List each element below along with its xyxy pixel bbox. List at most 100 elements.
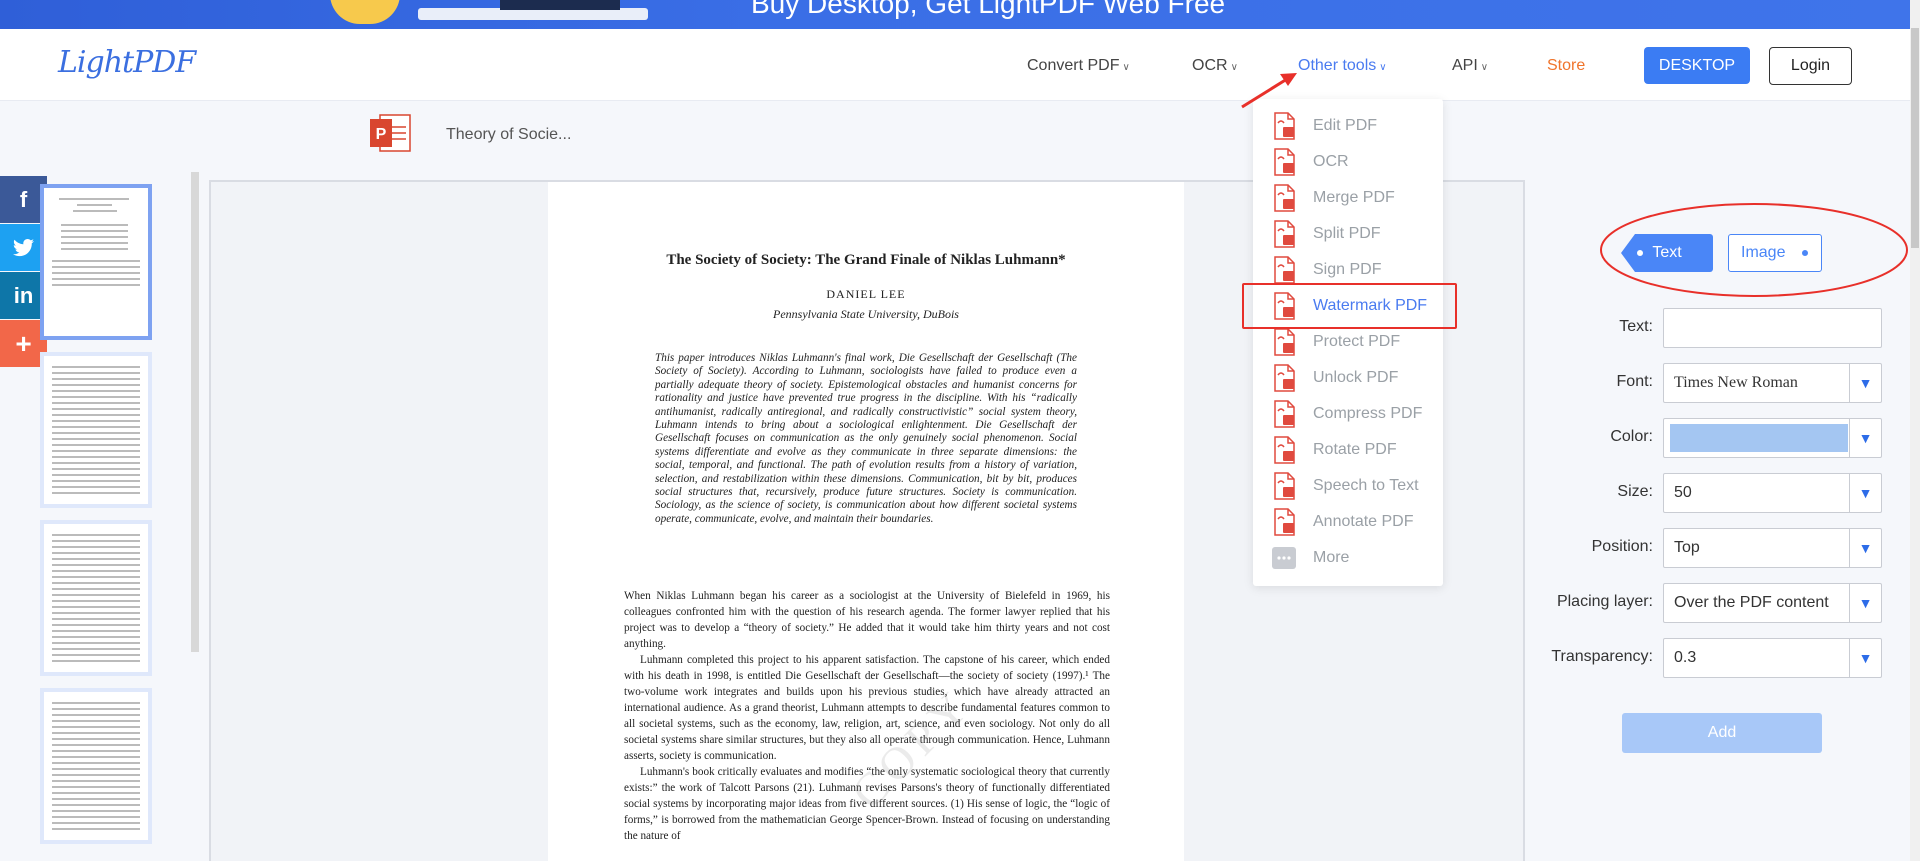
thumbnail-scrollbar[interactable]: [191, 172, 199, 652]
banner-illustration: [330, 0, 400, 24]
login-button[interactable]: Login: [1769, 47, 1852, 85]
rotate-pdf-icon: [1271, 436, 1297, 464]
tab-text[interactable]: Text: [1621, 234, 1713, 272]
size-select[interactable]: 50 ▼: [1663, 473, 1882, 513]
ppt-file-icon: P: [370, 114, 411, 152]
watermark-text-input[interactable]: [1663, 308, 1882, 348]
protect-pdf-icon: [1271, 328, 1297, 356]
unlock-pdf-icon: [1271, 364, 1297, 392]
font-value: Times New Roman: [1674, 374, 1798, 391]
menu-item-label: OCR: [1313, 153, 1349, 170]
document-affiliation: Pennsylvania State University, DuBois: [773, 307, 959, 321]
text-label: Text:: [1619, 318, 1653, 335]
nav-convert-pdf[interactable]: Convert PDF ∨: [1027, 57, 1130, 75]
transparency-select[interactable]: 0.3 ▼: [1663, 638, 1882, 678]
size-value: 50: [1674, 484, 1692, 501]
nav-ocr[interactable]: OCR ∨: [1192, 57, 1238, 75]
transparency-label: Transparency:: [1551, 648, 1653, 665]
more-icon: [1271, 544, 1297, 572]
desktop-button[interactable]: DESKTOP: [1644, 47, 1750, 84]
menu-item-label: Annotate PDF: [1313, 513, 1414, 530]
page-scrollbar[interactable]: [1910, 0, 1920, 861]
dropdown-arrow-icon[interactable]: ▼: [1849, 639, 1881, 677]
dropdown-arrow-icon[interactable]: ▼: [1849, 529, 1881, 567]
scrollbar-thumb[interactable]: [1911, 28, 1919, 248]
page-thumbnail[interactable]: [40, 520, 152, 676]
chevron-down-icon: ∨: [1230, 62, 1238, 73]
body-paragraph: Luhmann completed this project to his ap…: [624, 654, 1110, 762]
menu-item-label: Edit PDF: [1313, 117, 1378, 134]
color-swatch: [1670, 424, 1848, 452]
nav-store[interactable]: Store: [1547, 57, 1585, 75]
menu-item-annotate-pdf[interactable]: Annotate PDF: [1271, 508, 1414, 536]
speech-to-text-icon: [1271, 472, 1297, 500]
nav-label: Other tools: [1298, 57, 1377, 74]
menu-item-label: Compress PDF: [1313, 405, 1423, 422]
transparency-value: 0.3: [1674, 649, 1697, 666]
dropdown-arrow-icon[interactable]: ▼: [1849, 474, 1881, 512]
menu-item-label: Sign PDF: [1313, 261, 1382, 278]
promo-banner[interactable]: Buy Desktop, Get LightPDF Web Free: [0, 0, 1920, 29]
edit-pdf-icon: [1271, 112, 1297, 140]
top-header: LightPDF Convert PDF ∨ OCR ∨ Other tools ∨ …: [0, 29, 1920, 101]
tab-text-label: Text: [1652, 244, 1682, 261]
chevron-down-icon: ∨: [1379, 62, 1387, 73]
svg-text:P: P: [376, 126, 387, 143]
dot-icon: [1802, 250, 1808, 256]
highlight-annotation-box: [1242, 283, 1457, 329]
menu-item-split-pdf[interactable]: Split PDF: [1271, 220, 1381, 248]
menu-item-edit-pdf[interactable]: Edit PDF: [1271, 112, 1377, 140]
add-watermark-button[interactable]: Add: [1622, 713, 1822, 753]
menu-item-ocr[interactable]: OCR: [1271, 148, 1349, 176]
chevron-down-icon: ∨: [1122, 62, 1130, 73]
position-select[interactable]: Top ▼: [1663, 528, 1882, 568]
document-title: The Society of Society: The Grand Finale…: [666, 252, 1066, 268]
document-author: DANIEL LEE: [826, 287, 906, 301]
color-select[interactable]: ▼: [1663, 418, 1882, 458]
dot-icon: [1637, 250, 1643, 256]
menu-item-unlock-pdf[interactable]: Unlock PDF: [1271, 364, 1398, 392]
menu-item-protect-pdf[interactable]: Protect PDF: [1271, 328, 1400, 356]
font-label: Font:: [1616, 373, 1653, 390]
menu-item-label: Rotate PDF: [1313, 441, 1397, 458]
position-label: Position:: [1591, 538, 1653, 555]
menu-item-rotate-pdf[interactable]: Rotate PDF: [1271, 436, 1397, 464]
menu-item-sign-pdf[interactable]: Sign PDF: [1271, 256, 1381, 284]
pdf-page: The Society of Society: The Grand Finale…: [548, 182, 1184, 861]
ocr-icon: [1271, 148, 1297, 176]
body-paragraph: When Niklas Luhmann began his career as …: [624, 590, 1110, 650]
annotate-pdf-icon: [1271, 508, 1297, 536]
page-thumbnail[interactable]: [40, 352, 152, 508]
tab-image-label: Image: [1741, 244, 1786, 261]
sign-pdf-icon: [1271, 256, 1297, 284]
nav-api[interactable]: API ∨: [1452, 57, 1488, 75]
dropdown-arrow-icon[interactable]: ▼: [1849, 419, 1881, 457]
menu-item-more[interactable]: More: [1271, 544, 1349, 572]
dropdown-arrow-icon[interactable]: ▼: [1849, 584, 1881, 622]
font-select[interactable]: Times New Roman ▼: [1663, 363, 1882, 403]
nav-label: API: [1452, 57, 1478, 74]
menu-item-merge-pdf[interactable]: Merge PDF: [1271, 184, 1395, 212]
page-thumbnail[interactable]: [40, 184, 152, 340]
menu-item-label: Protect PDF: [1313, 333, 1401, 350]
banner-illustration-laptop: [500, 0, 620, 10]
placing-layer-label: Placing layer:: [1556, 593, 1653, 610]
nav-other-tools[interactable]: Other tools ∨: [1298, 57, 1387, 75]
nav-label: Convert PDF: [1027, 57, 1120, 74]
placing-layer-select[interactable]: Over the PDF content ▼: [1663, 583, 1882, 623]
page-thumbnail[interactable]: [40, 688, 152, 844]
menu-item-label: Unlock PDF: [1313, 369, 1399, 386]
tab-image[interactable]: Image: [1728, 234, 1822, 272]
nav-label: OCR: [1192, 57, 1228, 74]
document-abstract: This paper introduces Niklas Luhmann's f…: [655, 352, 1077, 525]
banner-text[interactable]: Buy Desktop, Get LightPDF Web Free: [751, 0, 1225, 20]
lightpdf-logo[interactable]: LightPDF: [58, 45, 196, 80]
split-pdf-icon: [1271, 220, 1297, 248]
size-label: Size:: [1617, 483, 1653, 500]
dropdown-arrow-icon[interactable]: ▼: [1849, 364, 1881, 402]
menu-item-compress-pdf[interactable]: Compress PDF: [1271, 400, 1422, 428]
menu-item-label: More: [1313, 549, 1350, 566]
merge-pdf-icon: [1271, 184, 1297, 212]
menu-item-speech-to-text[interactable]: Speech to Text: [1271, 472, 1419, 500]
position-value: Top: [1674, 539, 1700, 556]
